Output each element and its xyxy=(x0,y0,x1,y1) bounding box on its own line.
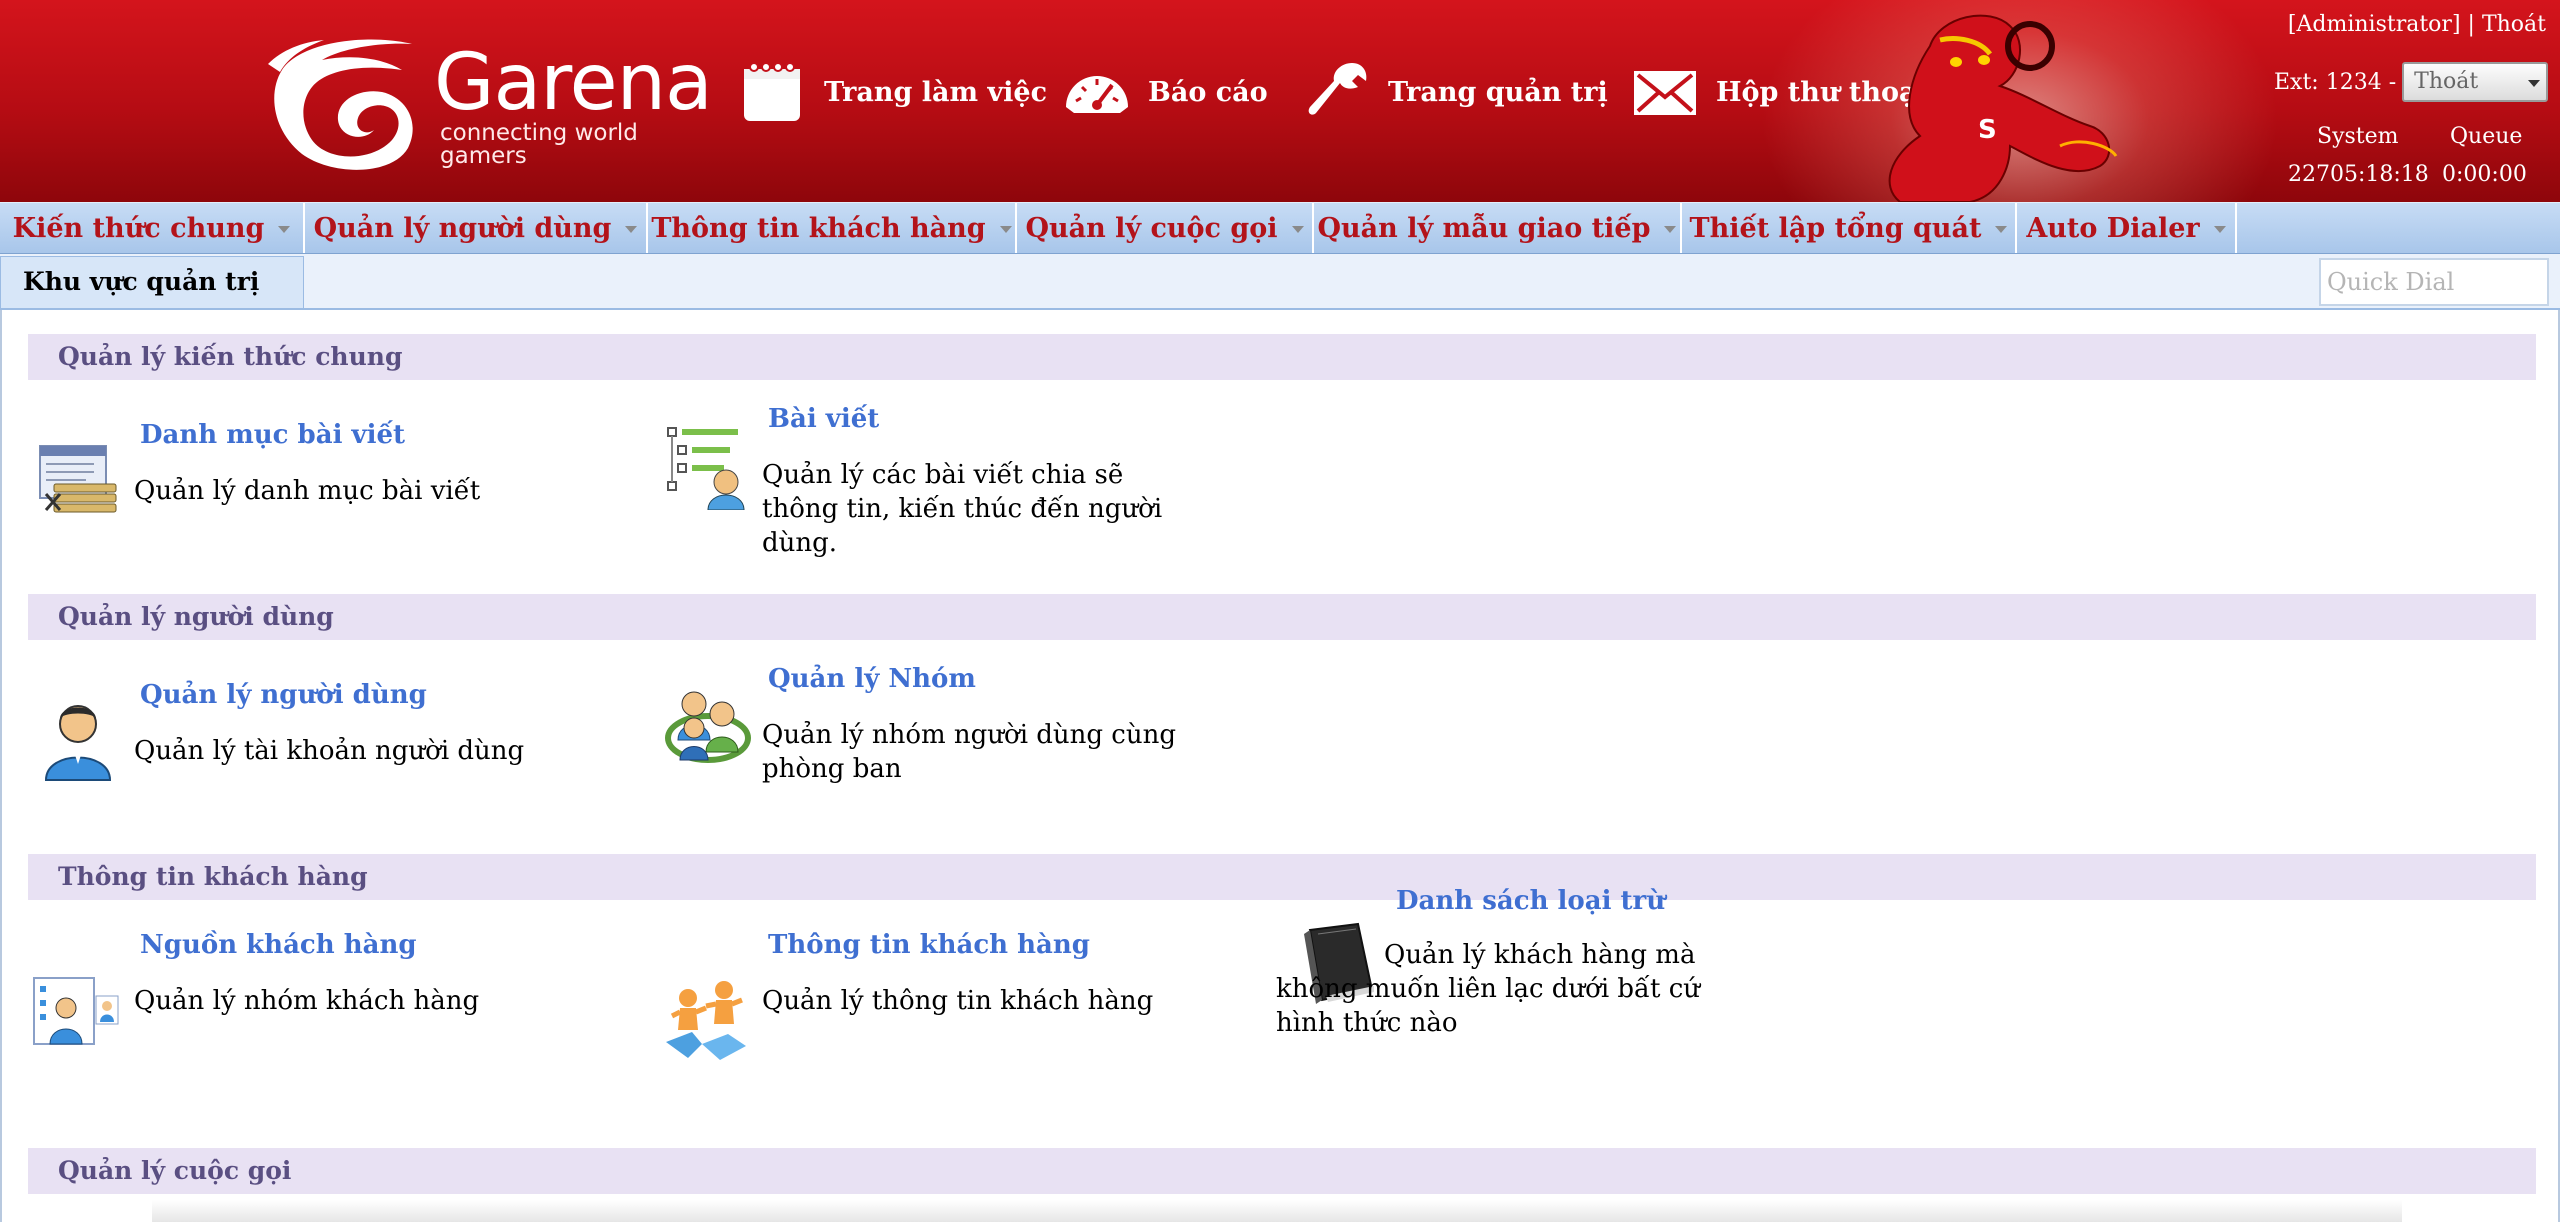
section-header-customers: Thông tin khách hàng xyxy=(28,854,2536,900)
brand-name: Garena xyxy=(434,38,713,128)
section-header-knowledge: Quản lý kiến thức chung xyxy=(28,334,2536,380)
item-title-link[interactable]: Bài viết xyxy=(768,404,879,434)
menu-user-management[interactable]: Quản lý người dùng xyxy=(305,203,648,253)
menu-templates[interactable]: Quản lý mẫu giao tiếp xyxy=(1314,203,1682,253)
logout-link[interactable]: Thoát xyxy=(2482,12,2546,37)
menu-call-management[interactable]: Quản lý cuộc gọi xyxy=(1017,203,1314,253)
menu-label: Quản lý cuộc gọi xyxy=(1025,212,1278,244)
wrench-icon xyxy=(1308,63,1367,115)
chevron-down-icon xyxy=(999,225,1012,233)
item-title-link[interactable]: Nguồn khách hàng xyxy=(140,930,417,960)
customer-source-icon xyxy=(33,977,119,1045)
chevron-down-icon xyxy=(1664,225,1677,233)
header-nav-label: Trang quản trị xyxy=(1388,76,1608,108)
chevron-down-icon xyxy=(2528,80,2541,87)
system-time: 22705:18:18 xyxy=(2288,162,2429,187)
extension-row: Ext: 1234 - Thoát xyxy=(2274,62,2549,102)
speedometer-icon xyxy=(1066,76,1128,113)
chevron-down-icon xyxy=(2213,225,2226,233)
item-description: Quản lý các bài viết chia sẽ thông tin, … xyxy=(762,460,1163,558)
item-description: Quản lý danh mục bài viết xyxy=(134,476,481,506)
item-customer-info: Thông tin khách hàng Quản lý thông tin k… xyxy=(642,930,1282,1086)
quick-dial-input[interactable] xyxy=(2319,258,2549,306)
item-articles: Bài viết Quản lý các bài viết chia sẽ th… xyxy=(642,404,1282,558)
section-header-calls: Quản lý cuộc gọi xyxy=(28,1148,2536,1194)
garena-dragon-icon xyxy=(268,39,413,170)
app-header: Garena connecting world gamers Trang làm… xyxy=(0,0,2560,202)
item-title-link[interactable]: Thông tin khách hàng xyxy=(768,930,1090,960)
item-description: Quản lý tài khoản người dùng xyxy=(134,736,525,766)
header-nav-workspace[interactable]: Trang làm việc xyxy=(738,52,1047,132)
menu-label: Quản lý người dùng xyxy=(313,212,612,244)
breadcrumb-row: Khu vực quản trị xyxy=(0,254,2560,310)
header-nav-label: Báo cáo xyxy=(1148,76,1268,108)
queue-label: Queue xyxy=(2450,124,2523,149)
notepad-icon xyxy=(744,62,800,121)
queue-time: 0:00:00 xyxy=(2442,162,2527,187)
main-menu-bar: Kiến thức chung Quản lý người dùng Thông… xyxy=(0,202,2560,254)
chevron-down-icon xyxy=(1995,225,2008,233)
item-description: Quản lý nhóm khách hàng xyxy=(134,986,480,1016)
brand-tagline: connecting world gamers xyxy=(440,120,638,169)
header-nav-admin[interactable]: Trang quản trị xyxy=(1302,52,1608,132)
item-description: Quản lý nhóm người dùng cùng phòng ban xyxy=(762,720,1177,784)
menu-label: Thông tin khách hàng xyxy=(651,212,986,244)
user-icon xyxy=(44,705,112,781)
user-separator: | xyxy=(2467,12,2475,37)
menu-label: Thiết lập tổng quát xyxy=(1689,212,1982,244)
menu-auto-dialer[interactable]: Auto Dialer xyxy=(2017,203,2237,253)
garena-logo[interactable]: Garena connecting world gamers xyxy=(262,30,713,170)
user-box: [Administrator] | Thoát xyxy=(2288,12,2546,37)
item-description: Quản lý thông tin khách hàng xyxy=(762,986,1154,1016)
item-title-link[interactable]: Danh sách loại trừ xyxy=(1396,886,1665,916)
scroll-fade xyxy=(152,1200,2402,1222)
menu-label: Auto Dialer xyxy=(2026,212,2200,244)
user-name-link[interactable]: [Administrator] xyxy=(2288,12,2461,37)
menu-label: Kiến thức chung xyxy=(12,212,265,244)
chevron-down-icon xyxy=(625,225,638,233)
item-description: Quản lý khách hàng mà không muốn liên lạ… xyxy=(1276,940,1701,1038)
admin-content: Quản lý kiến thức chung Danh mục bài viế… xyxy=(0,310,2560,1222)
menu-general-knowledge[interactable]: Kiến thức chung xyxy=(0,203,305,253)
item-group-management: Quản lý Nhóm Quản lý nhóm người dùng cùn… xyxy=(642,664,1282,810)
extension-label: Ext: 1234 - xyxy=(2274,69,2397,95)
item-title-link[interactable]: Quản lý Nhóm xyxy=(768,664,976,694)
mascot-character-icon: S xyxy=(1888,14,2118,202)
chevron-down-icon xyxy=(278,225,291,233)
item-article-category: Danh mục bài viết Quản lý danh mục bài v… xyxy=(2,420,642,550)
customer-puzzle-icon xyxy=(666,981,746,1060)
menu-label: Quản lý mẫu giao tiếp xyxy=(1317,212,1651,244)
system-label: System xyxy=(2317,124,2399,149)
menu-general-settings[interactable]: Thiết lập tổng quát xyxy=(1682,203,2017,253)
envelope-icon xyxy=(1634,71,1696,115)
item-customer-source: Nguồn khách hàng Quản lý nhóm khách hàng xyxy=(2,930,642,1086)
svg-text:S: S xyxy=(1978,115,1997,145)
section-header-users: Quản lý người dùng xyxy=(28,594,2536,640)
agent-status-value: Thoát xyxy=(2414,69,2479,94)
header-nav-label: Trang làm việc xyxy=(824,76,1048,108)
item-title-link[interactable]: Danh mục bài viết xyxy=(140,420,405,450)
item-user-management: Quản lý người dùng Quản lý tài khoản ngư… xyxy=(2,680,642,810)
agent-status-select[interactable]: Thoát xyxy=(2402,62,2549,102)
header-nav-reports[interactable]: Báo cáo xyxy=(1062,52,1268,132)
chevron-down-icon xyxy=(1291,225,1304,233)
breadcrumb[interactable]: Khu vực quản trị xyxy=(0,256,304,308)
item-title-link[interactable]: Quản lý người dùng xyxy=(140,680,427,710)
article-category-icon xyxy=(39,445,117,513)
menu-customer-info[interactable]: Thông tin khách hàng xyxy=(648,203,1017,253)
user-group-icon xyxy=(665,691,751,763)
article-tree-icon xyxy=(667,427,745,510)
item-exclusion-list: Danh sách loại trừ Quản lý khách hàng mà… xyxy=(1276,886,1922,1086)
